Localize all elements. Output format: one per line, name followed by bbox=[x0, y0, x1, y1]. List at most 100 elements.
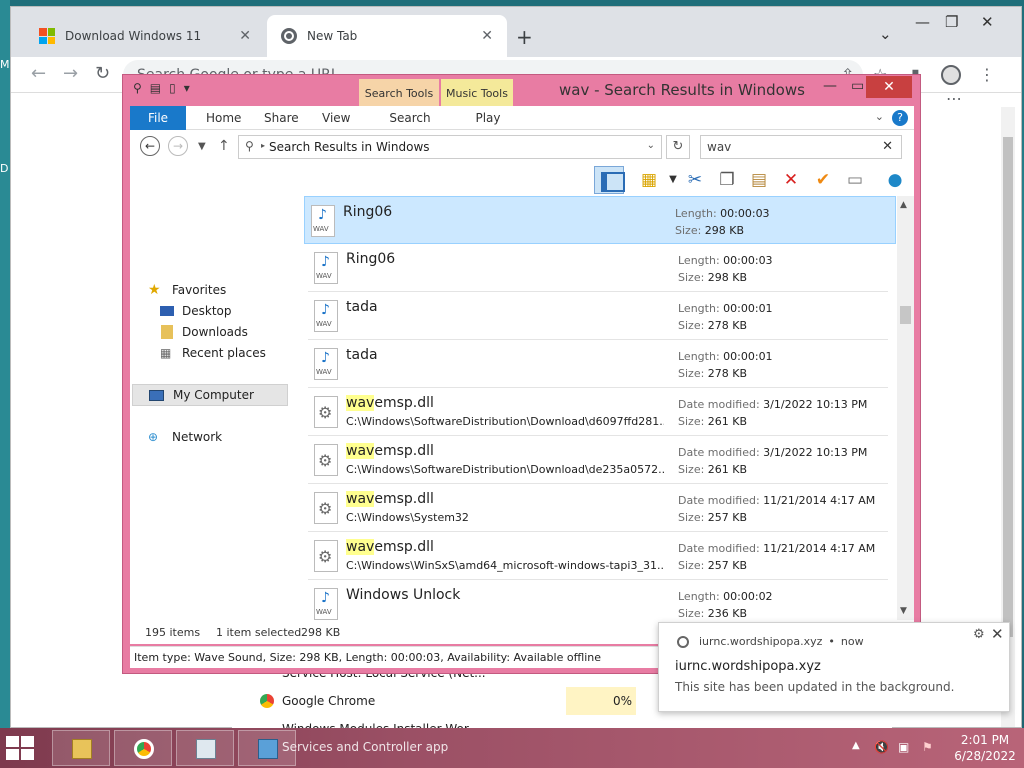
nav-network[interactable]: ⊕ Network bbox=[130, 427, 290, 447]
file-meta-size: Size: 257 KB bbox=[678, 559, 747, 572]
close-icon[interactable]: ✕ bbox=[991, 625, 1004, 643]
customize-chevron-icon[interactable]: ▾ bbox=[184, 81, 190, 95]
tab-file[interactable]: File bbox=[130, 106, 186, 130]
check-icon[interactable]: ✔ bbox=[810, 168, 836, 192]
show-hidden-icons-chevron-icon[interactable]: ▲ bbox=[852, 740, 860, 751]
tab-play[interactable]: Play bbox=[452, 106, 524, 130]
scrollbar-thumb[interactable] bbox=[900, 306, 911, 324]
file-meta-primary: Length: 00:00:01 bbox=[678, 350, 773, 363]
scroll-up-icon[interactable]: ▲ bbox=[900, 200, 907, 210]
start-button[interactable] bbox=[6, 736, 34, 760]
list-item[interactable]: wavemsp.dll C:\Windows\WinSxS\amd64_micro… bbox=[308, 532, 888, 580]
maximize-icon[interactable]: ▭ bbox=[851, 78, 864, 94]
rename-icon[interactable]: ▭ bbox=[842, 168, 868, 192]
volume-muted-icon[interactable]: 🔇 bbox=[874, 740, 889, 754]
scrollbar-thumb[interactable] bbox=[1003, 137, 1013, 637]
windows-logo-icon bbox=[39, 28, 55, 44]
cut-icon[interactable]: ✂ bbox=[682, 168, 708, 192]
list-item[interactable]: Ring06 Length: 00:00:03 Size: 298 KB bbox=[304, 196, 896, 244]
forward-arrow-icon[interactable]: → bbox=[168, 136, 188, 156]
network-icon[interactable]: ▣ bbox=[898, 740, 909, 754]
match-highlight: wav bbox=[346, 539, 375, 555]
tab-view[interactable]: View bbox=[308, 106, 364, 130]
globe-icon[interactable]: ● bbox=[882, 168, 908, 192]
help-icon[interactable]: ? bbox=[892, 110, 908, 126]
desktop-label-2: D bbox=[0, 162, 9, 175]
search-input[interactable]: wav ✕ bbox=[700, 135, 902, 159]
properties-folder-icon[interactable]: ▦ bbox=[636, 168, 662, 192]
list-item[interactable]: Windows Unlock Length: 00:00:02 Size: 236 … bbox=[308, 580, 888, 620]
tab-close-icon[interactable]: ✕ bbox=[239, 28, 251, 44]
minimize-icon[interactable]: — bbox=[823, 78, 837, 94]
tab-search[interactable]: Search bbox=[370, 106, 450, 130]
properties-quick-icon[interactable]: ▤ bbox=[150, 81, 161, 95]
computer-icon bbox=[149, 389, 164, 401]
file-name-rest: Ring06 bbox=[343, 204, 393, 220]
tab-share[interactable]: Share bbox=[250, 106, 313, 130]
explorer-title-bar[interactable]: ⚲ ▤ ▯ ▾ Search Tools Music Tools wav - S… bbox=[123, 75, 920, 131]
meta-label: Length: bbox=[675, 207, 717, 220]
results-scrollbar[interactable]: ▲ ▼ bbox=[897, 196, 914, 620]
action-center-alert-icon[interactable]: ⚑ bbox=[922, 740, 933, 754]
back-arrow-icon[interactable]: ← bbox=[31, 63, 46, 84]
tab-download-windows-11[interactable]: Download Windows 11 ✕ bbox=[25, 15, 265, 57]
nav-my-computer[interactable]: My Computer bbox=[132, 384, 288, 406]
tab-home[interactable]: Home bbox=[192, 106, 255, 130]
new-folder-quick-icon[interactable]: ▯ bbox=[169, 81, 176, 95]
list-item[interactable]: wavemsp.dll C:\Windows\SoftwareDistributi… bbox=[308, 436, 888, 484]
taskbar-task-manager[interactable] bbox=[176, 730, 234, 766]
search-icon: ⚲ bbox=[245, 139, 254, 153]
nav-favorites[interactable]: ★ Favorites bbox=[130, 280, 290, 300]
clock-time: 2:01 PM bbox=[960, 733, 1010, 747]
meta-value: 3/1/2022 10:13 PM bbox=[763, 446, 868, 459]
search-quick-icon[interactable]: ⚲ bbox=[133, 81, 142, 95]
taskbar-file-explorer[interactable] bbox=[52, 730, 110, 766]
preview-pane-icon[interactable] bbox=[594, 166, 625, 194]
clear-search-icon[interactable]: ✕ bbox=[882, 139, 893, 154]
taskbar-chrome[interactable] bbox=[114, 730, 172, 766]
tab-search-chevron-icon[interactable]: ⌄ bbox=[879, 25, 892, 43]
minimize-icon[interactable]: — bbox=[915, 13, 930, 31]
tab-close-icon[interactable]: ✕ bbox=[481, 28, 493, 44]
gear-icon[interactable]: ⚙ bbox=[973, 627, 985, 642]
address-dropdown-chevron-icon[interactable]: ⌄ bbox=[647, 140, 655, 151]
dll-file-icon bbox=[314, 396, 338, 428]
menu-dots-icon[interactable]: ⋮ bbox=[979, 65, 995, 84]
list-item[interactable]: wavemsp.dll C:\Windows\SoftwareDistributi… bbox=[308, 388, 888, 436]
nav-desktop[interactable]: Desktop bbox=[130, 301, 290, 321]
close-button[interactable]: ✕ bbox=[866, 76, 912, 98]
paste-icon[interactable]: ▤ bbox=[746, 168, 772, 192]
delete-icon[interactable]: ✕ bbox=[778, 168, 804, 192]
list-item[interactable]: tada Length: 00:00:01 Size: 278 KB bbox=[308, 340, 888, 388]
address-path-field[interactable]: ⚲ ▸ Search Results in Windows ⌄ bbox=[238, 135, 662, 159]
back-arrow-icon[interactable]: ← bbox=[140, 136, 160, 156]
apps-grid-icon[interactable]: ⋯ bbox=[946, 89, 963, 108]
tab-new-tab[interactable]: New Tab ✕ bbox=[267, 15, 507, 57]
close-icon[interactable]: ✕ bbox=[981, 13, 994, 31]
scroll-down-icon[interactable]: ▼ bbox=[900, 606, 907, 616]
notification-toast[interactable]: iurnc.wordshipopa.xyz • now ⚙ ✕ iurnc.wo… bbox=[658, 622, 1010, 712]
file-name: tada bbox=[346, 347, 378, 363]
restore-icon[interactable]: ❐ bbox=[945, 13, 958, 31]
taskbar-clock[interactable]: 2:01 PM 6/28/2022 bbox=[950, 732, 1020, 764]
recent-locations-chevron-icon[interactable]: ▼ bbox=[198, 141, 206, 152]
list-item[interactable]: wavemsp.dll C:\Windows\System32 Date modif… bbox=[308, 484, 888, 532]
ribbon-expand-chevron-icon[interactable]: ⌄ bbox=[875, 110, 884, 123]
match-highlight: wav bbox=[346, 443, 375, 459]
list-item[interactable]: Ring06 Length: 00:00:03 Size: 298 KB bbox=[308, 244, 888, 292]
profile-avatar-icon[interactable] bbox=[941, 65, 961, 85]
ribbon-tabs: File Home Share View Search Play ⌄ ? bbox=[130, 106, 914, 130]
meta-value: 11/21/2014 4:17 AM bbox=[763, 542, 876, 555]
new-tab-button[interactable]: + bbox=[516, 25, 533, 49]
reload-icon[interactable]: ↻ bbox=[95, 63, 110, 84]
breadcrumb-chevron-icon[interactable]: ▸ bbox=[261, 141, 265, 150]
toolbar: ▦ ▼ ✂ ❐ ▤ ✕ ✔ ▭ ● bbox=[130, 164, 914, 196]
nav-downloads[interactable]: Downloads bbox=[130, 322, 290, 342]
forward-arrow-icon[interactable]: → bbox=[63, 63, 78, 84]
copy-icon[interactable]: ❐ bbox=[714, 168, 740, 192]
nav-recent-places[interactable]: ▦ Recent places bbox=[130, 343, 290, 363]
up-arrow-icon[interactable]: ↑ bbox=[218, 138, 230, 154]
refresh-icon[interactable]: ↻ bbox=[666, 135, 690, 159]
meta-label: Date modified: bbox=[678, 494, 760, 507]
list-item[interactable]: tada Length: 00:00:01 Size: 278 KB bbox=[308, 292, 888, 340]
